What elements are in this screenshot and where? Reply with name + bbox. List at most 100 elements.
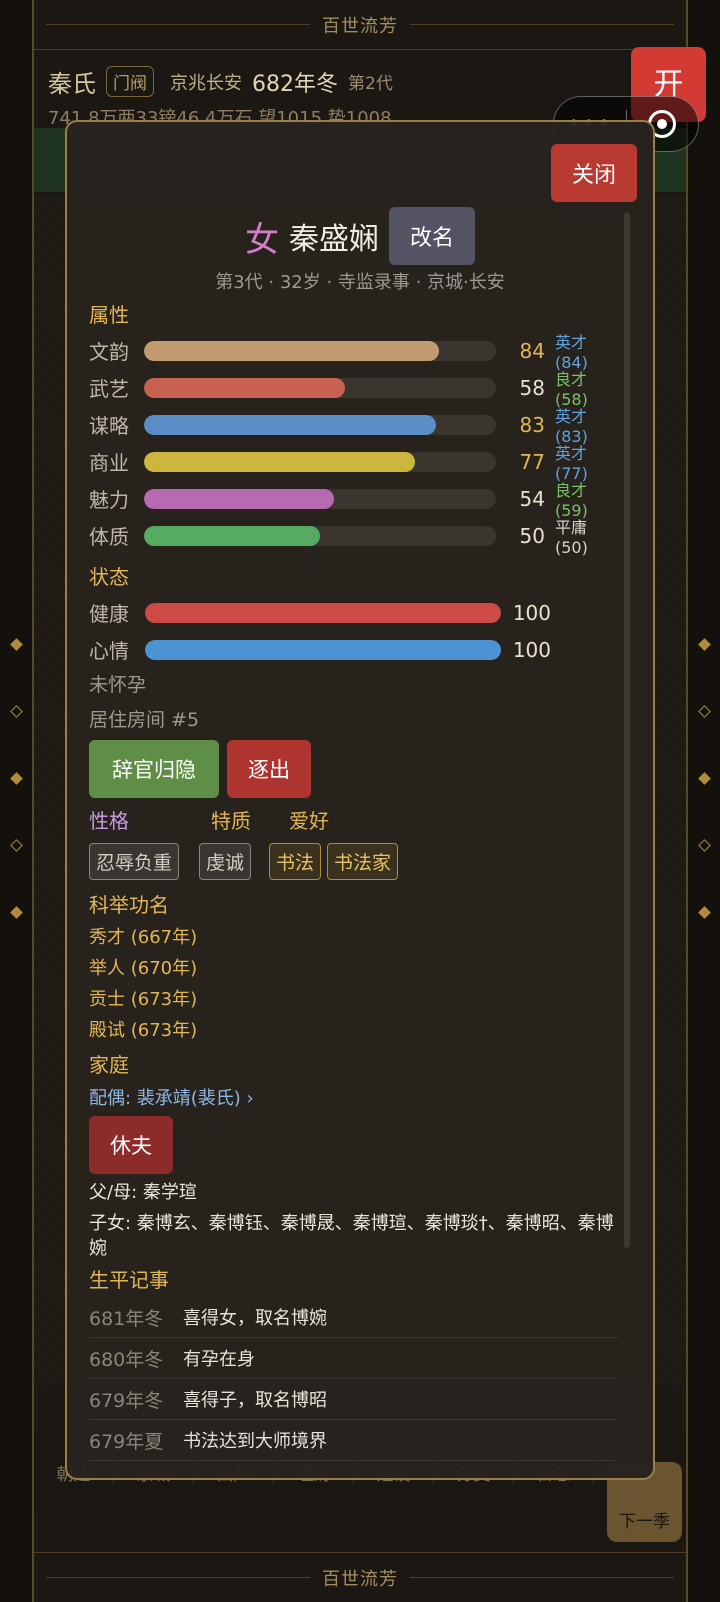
attribute-bar-fill: [144, 377, 345, 398]
action-buttons: 辞官归隐 逐出: [89, 740, 619, 798]
clan-header: 秦氏 门阀 京兆长安 682年冬 第2代: [48, 64, 393, 99]
right-ornament: [694, 638, 714, 940]
attribute-bar-fill: [144, 340, 440, 361]
event-row: 681年冬 喜得女，取名博婉: [89, 1297, 619, 1338]
exam-item: 秀才 (667年): [89, 927, 198, 948]
event-season: 679年夏: [89, 1430, 164, 1453]
hobby-tag[interactable]: 书法家: [327, 842, 399, 880]
top-banner: 百世流芳: [34, 0, 686, 50]
event-text: 有孕在身: [183, 1349, 255, 1370]
character-modal: 关闭 女 秦盛娴 改名 第3代 · 32岁 · 寺监录事 · 京城·长安 属性 …: [65, 120, 655, 1480]
event-row: 679年冬 喜得子，取名博昭: [89, 1379, 619, 1420]
status-bar: [145, 602, 501, 623]
trait-tags: 忍辱负重 虔诚 书法 书法家: [89, 842, 619, 880]
status-row: 心情 100: [89, 631, 619, 668]
event-text: 喜得子，取名博昭: [183, 1390, 327, 1411]
expel-button[interactable]: 逐出: [227, 740, 311, 798]
attribute-label: 体质: [89, 525, 129, 549]
personality-title: 性格: [89, 808, 129, 833]
hobby-title: 爱好: [289, 808, 329, 833]
status-row: 健康 100: [89, 594, 619, 631]
attribute-label: 文韵: [89, 340, 129, 364]
spouse-link[interactable]: 配偶: 裴承靖(裴氏) ›: [89, 1082, 619, 1116]
status-title: 状态: [89, 565, 129, 589]
parents-line: 父/母: 秦学瑄: [89, 1182, 197, 1203]
event-season: 679年冬: [89, 1389, 164, 1412]
trait-tag[interactable]: 虔诚: [199, 842, 252, 880]
attribute-row: 文韵 84 英才(84): [89, 332, 619, 372]
personality-tag[interactable]: 忍辱负重: [89, 842, 180, 880]
event-row: 679年夏 书法达到大师境界: [89, 1420, 619, 1461]
attribute-row: 商业 77 英才(77): [89, 443, 619, 483]
status-label: 心情: [89, 639, 129, 663]
attribute-bar-fill: [144, 414, 436, 435]
event-row: 680年冬 有孕在身: [89, 1338, 619, 1379]
attribute-label: 商业: [89, 451, 129, 475]
event-season: 681年冬: [89, 1307, 164, 1330]
traits-header: 性格 特质 爱好: [89, 804, 619, 834]
attribute-label: 武艺: [89, 377, 129, 401]
attribute-row: 魅力 54 良才(59): [89, 480, 619, 520]
exam-item: 殿试 (673年): [89, 1020, 198, 1041]
resign-button[interactable]: 辞官归隐: [89, 740, 219, 798]
status-bar-fill: [145, 602, 501, 623]
room-info: 居住房间 #5: [89, 709, 200, 731]
clan-name: 秦氏: [48, 70, 96, 98]
attribute-bar: [144, 340, 496, 361]
event-season: 680年冬: [89, 1348, 164, 1371]
pregnancy-status: 未怀孕: [89, 674, 147, 696]
trait-title: 特质: [211, 808, 251, 833]
rename-button[interactable]: 改名: [389, 207, 475, 265]
attribute-bar: [144, 488, 496, 509]
attribute-bar-fill: [144, 488, 334, 509]
attribute-value: 50: [519, 523, 545, 548]
exam-title: 科举功名: [89, 893, 169, 917]
attribute-value: 77: [519, 449, 545, 474]
attribute-bar: [144, 451, 496, 472]
clan-tag: 门阀: [106, 66, 154, 97]
exam-item: 举人 (670年): [89, 958, 198, 979]
person-subtitle: 第3代 · 32岁 · 寺监录事 · 京城·长安: [215, 272, 505, 293]
name-row: 女 秦盛娴 改名: [67, 207, 653, 265]
attribute-row: 体质 50 平庸(50): [89, 517, 619, 557]
bottom-banner: 百世流芳: [34, 1552, 686, 1602]
status-label: 健康: [89, 602, 129, 626]
person-name: 秦盛娴: [289, 222, 379, 257]
attribute-label: 魅力: [89, 488, 129, 512]
attribute-grade: 平庸(50): [554, 518, 588, 557]
exam-item: 贡士 (673年): [89, 989, 198, 1010]
attribute-bar: [144, 414, 496, 435]
gender-label: 女: [245, 219, 279, 260]
family-title: 家庭: [89, 1053, 129, 1077]
modal-scrollbar[interactable]: [624, 212, 630, 1248]
status-bar: [145, 639, 501, 660]
left-ornament: [6, 638, 26, 940]
children-line: 子女: 秦博玄、秦博钰、秦博晟、秦博瑄、秦博琰†、秦博昭、秦博婉: [89, 1213, 614, 1259]
attribute-bar: [144, 525, 496, 546]
event-text: 书法达到大师境界: [183, 1431, 327, 1452]
close-button[interactable]: 关闭: [551, 144, 637, 202]
clan-generation: 第2代: [348, 74, 393, 94]
attribute-value: 54: [519, 486, 545, 511]
events-title: 生平记事: [89, 1268, 169, 1292]
event-text: 喜得女，取名博婉: [183, 1308, 327, 1329]
status-value: 100: [512, 600, 551, 625]
attribute-list: 文韵 84 英才(84) 武艺 58 良才(58) 谋略 83 英才(83) 商…: [89, 332, 619, 557]
hobby-tag[interactable]: 书法: [269, 842, 322, 880]
modal-content: 属性 文韵 84 英才(84) 武艺 58 良才(58) 谋略 83 英才(83…: [89, 298, 619, 1461]
status-bar-fill: [145, 639, 501, 660]
attribute-bar-fill: [144, 525, 320, 546]
attributes-title: 属性: [89, 303, 129, 327]
attribute-label: 谋略: [89, 414, 129, 438]
attribute-value: 58: [519, 375, 545, 400]
attribute-value: 83: [519, 412, 545, 437]
current-season: 682年冬: [252, 71, 338, 97]
divorce-button[interactable]: 休夫: [89, 1116, 173, 1174]
attribute-bar: [144, 377, 496, 398]
attribute-row: 武艺 58 良才(58): [89, 369, 619, 409]
status-value: 100: [512, 637, 551, 662]
clan-location: 京兆长安: [170, 72, 242, 94]
attribute-row: 谋略 83 英才(83): [89, 406, 619, 446]
attribute-bar-fill: [144, 451, 415, 472]
attribute-value: 84: [519, 338, 545, 363]
